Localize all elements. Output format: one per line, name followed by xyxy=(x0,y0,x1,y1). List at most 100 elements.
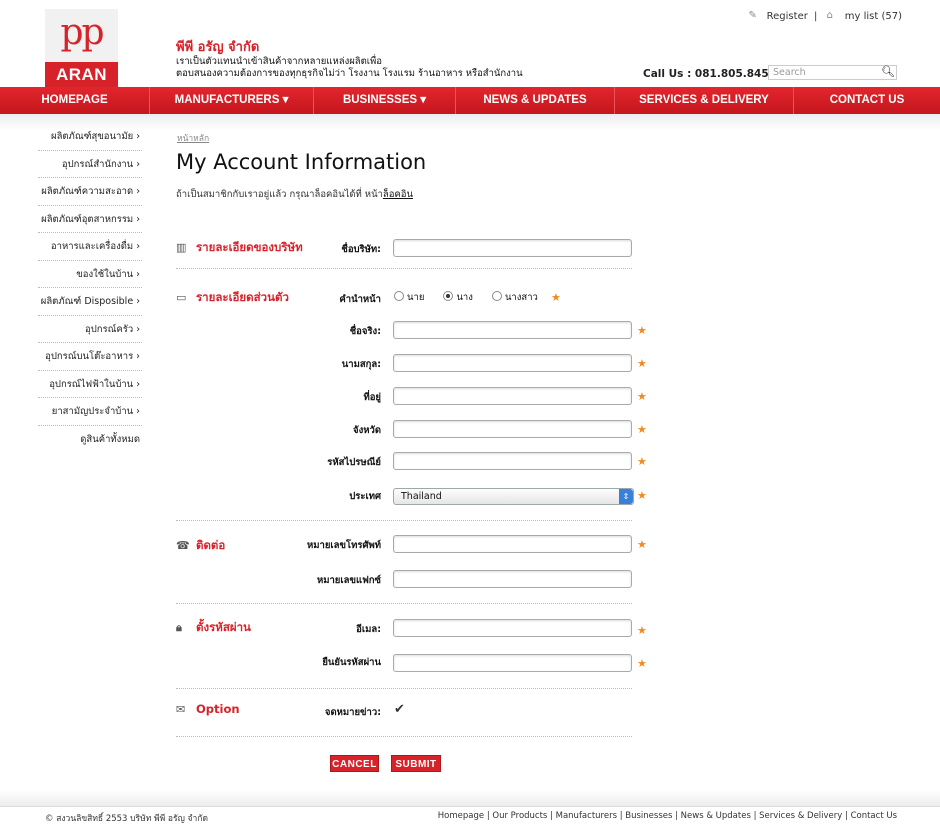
sidebar-item-all[interactable]: ดูสินค้าทั้งหมด xyxy=(38,426,142,454)
envelope-icon: ✉ xyxy=(176,703,186,716)
breadcrumb[interactable]: หน้าหลัก xyxy=(177,131,209,145)
radio-mrs-label: นาง xyxy=(456,292,473,303)
cancel-button[interactable]: CANCEL xyxy=(330,755,379,772)
nav-services-delivery[interactable]: SERVICES & DELIVERY xyxy=(615,87,794,114)
tagline-line-1: เราเป็นตัวแทนนำเข้าสินค้าจากหลายแหล่งผลิ… xyxy=(176,56,382,67)
required-star-icon: ★ xyxy=(637,489,647,502)
divider xyxy=(176,520,632,521)
radio-mr[interactable]: นาย xyxy=(394,290,424,305)
label-confirm-password: ยืนยันรหัสผ่าน xyxy=(322,657,381,668)
required-star-icon: ★ xyxy=(637,624,647,637)
required-star-icon: ★ xyxy=(637,538,647,551)
country-value: Thailand xyxy=(401,491,442,502)
radio-mr-label: นาย xyxy=(407,292,425,303)
main-nav: HOMEPAGE MANUFACTURERS ▾ BUSINESSES ▾ NE… xyxy=(0,87,940,114)
company-name: พีพี อรัญ จำกัด xyxy=(176,40,260,55)
section-personal: ▭ รายละเอียดส่วนตัว xyxy=(176,289,289,307)
last-name-field[interactable] xyxy=(393,354,632,372)
section-contact: ☎ ติดต่อ xyxy=(176,537,225,555)
title-radio-group: นาย นาง นางสาว xyxy=(394,290,554,305)
my-list-link[interactable]: my list (57) xyxy=(845,11,902,22)
label-province: จังหวัด xyxy=(353,425,381,436)
label-email: อีเมล: xyxy=(356,624,381,635)
sidebar-item-kitchen[interactable]: อุปกรณ์ครัว › xyxy=(38,316,142,343)
section-company: ▥ รายละเอียดของบริษัท xyxy=(176,239,303,257)
sidebar-item-industrial[interactable]: ผลิตภัณฑ์อุตสาหกรรม › xyxy=(38,206,142,233)
nav-news-updates[interactable]: NEWS & UPDATES xyxy=(456,87,615,114)
newsletter-checkbox[interactable]: ✔ xyxy=(394,703,406,716)
divider xyxy=(176,688,632,689)
phone-field[interactable] xyxy=(393,535,632,553)
search-input[interactable]: Search xyxy=(768,65,897,80)
required-star-icon: ★ xyxy=(637,357,647,370)
sidebar-item-food-drink[interactable]: อาหารและเครื่องดื่ม › xyxy=(38,233,142,261)
top-links-separator: | xyxy=(814,10,818,22)
select-arrow-icon[interactable]: ⇕ xyxy=(619,489,633,504)
nav-manufacturers[interactable]: MANUFACTURERS ▾ xyxy=(150,87,314,114)
required-star-icon: ★ xyxy=(551,291,561,304)
phone-icon: ☎ xyxy=(176,539,190,552)
required-star-icon: ★ xyxy=(637,390,647,403)
label-address: ที่อยู่ xyxy=(363,392,381,403)
copyright: © สงวนลิขสิทธิ์ 2553 บริษัท พีพี อรัญ จำ… xyxy=(45,814,208,824)
sidebar-item-hygiene[interactable]: ผลิตภัณฑ์สุขอนามัย › xyxy=(38,123,142,151)
address-field[interactable] xyxy=(393,387,632,405)
province-field[interactable] xyxy=(393,420,632,438)
radio-miss[interactable]: นางสาว xyxy=(491,290,538,305)
label-title: คำนำหน้า xyxy=(339,294,381,305)
radio-mrs[interactable]: นาง xyxy=(443,290,473,305)
label-first-name: ชื่อจริง: xyxy=(349,326,381,337)
divider xyxy=(176,268,632,269)
confirm-password-field[interactable] xyxy=(393,654,632,672)
section-password: 🔒︎ ตั้งรหัสผ่าน xyxy=(176,619,251,637)
edit-icon: ✎ xyxy=(748,10,757,21)
submit-button[interactable]: SUBMIT xyxy=(391,755,441,772)
radio-circle-selected[interactable] xyxy=(443,291,454,301)
divider xyxy=(176,736,632,737)
section-personal-label: รายละเอียดส่วนตัว xyxy=(196,290,289,304)
required-star-icon: ★ xyxy=(637,657,647,670)
label-phone: หมายเลขโทรศัพท์ xyxy=(306,540,381,551)
email-field[interactable] xyxy=(393,619,632,637)
footer-shadow xyxy=(0,790,940,806)
section-contact-label: ติดต่อ xyxy=(196,538,226,552)
label-last-name: นามสกุล: xyxy=(341,359,381,370)
category-sidebar: ผลิตภัณฑ์สุขอนามัย › อุปกรณ์สำนักงาน › ผ… xyxy=(38,123,142,453)
page-title: My Account Information xyxy=(176,150,427,174)
footer-links[interactable]: Homepage | Our Products | Manufacturers … xyxy=(438,811,897,821)
section-password-label: ตั้งรหัสผ่าน xyxy=(196,620,251,634)
nav-homepage[interactable]: HOMEPAGE xyxy=(0,87,150,114)
required-star-icon: ★ xyxy=(637,423,647,436)
sidebar-item-cleaning[interactable]: ผลิตภัณฑ์ความสะอาด › xyxy=(38,178,142,206)
sidebar-item-tableware[interactable]: อุปกรณ์บนโต๊ะอาหาร › xyxy=(38,343,142,371)
first-name-field[interactable] xyxy=(393,321,632,339)
search-icon[interactable]: 🔍︎ xyxy=(881,65,895,78)
label-newsletter: จดหมายข่าว: xyxy=(324,707,381,718)
building-icon: ▥ xyxy=(176,241,187,254)
radio-circle[interactable] xyxy=(491,291,502,301)
sidebar-item-office[interactable]: อุปกรณ์สำนักงาน › xyxy=(38,151,142,178)
sidebar-item-household[interactable]: ของใช้ในบ้าน › xyxy=(38,261,142,288)
postcode-field[interactable] xyxy=(393,452,632,470)
logo-mark: pp xyxy=(60,12,104,53)
label-postcode: รหัสไปรษณีย์ xyxy=(327,457,381,468)
section-option-label: Option xyxy=(196,702,240,716)
call-us: Call Us : 081.805.8456 | xyxy=(643,68,784,80)
register-link[interactable]: Register xyxy=(767,11,808,22)
radio-circle[interactable] xyxy=(394,291,404,301)
country-select[interactable]: Thailand ⇕ xyxy=(393,488,634,505)
company-block: พีพี อรัญ จำกัด เราเป็นตัวแทนนำเข้าสินค้… xyxy=(176,40,523,80)
label-company-name: ชื่อบริษัท: xyxy=(341,244,381,255)
login-link[interactable]: ล็อคอิน xyxy=(383,189,413,200)
sidebar-item-electric[interactable]: อุปกรณ์ไฟฟ้าในบ้าน › xyxy=(38,371,142,398)
company-name-field[interactable] xyxy=(393,239,632,257)
login-intro: ถ้าเป็นสมาชิกกับเราอยู่แล้ว กรุณาล็อคอิน… xyxy=(176,187,413,202)
nav-contact-us[interactable]: CONTACT US xyxy=(794,87,940,114)
brand-logo[interactable]: pp ARAN xyxy=(45,9,118,88)
cart-icon: ⌂ xyxy=(826,10,833,21)
sidebar-item-disposable[interactable]: ผลิตภัณฑ์ Disposible › xyxy=(38,288,142,316)
sidebar-item-medicine[interactable]: ยาสามัญประจำบ้าน › xyxy=(38,398,142,426)
fax-field[interactable] xyxy=(393,570,632,588)
label-fax: หมายเลขแฟกซ์ xyxy=(316,575,381,586)
nav-businesses[interactable]: BUSINESSES ▾ xyxy=(314,87,456,114)
